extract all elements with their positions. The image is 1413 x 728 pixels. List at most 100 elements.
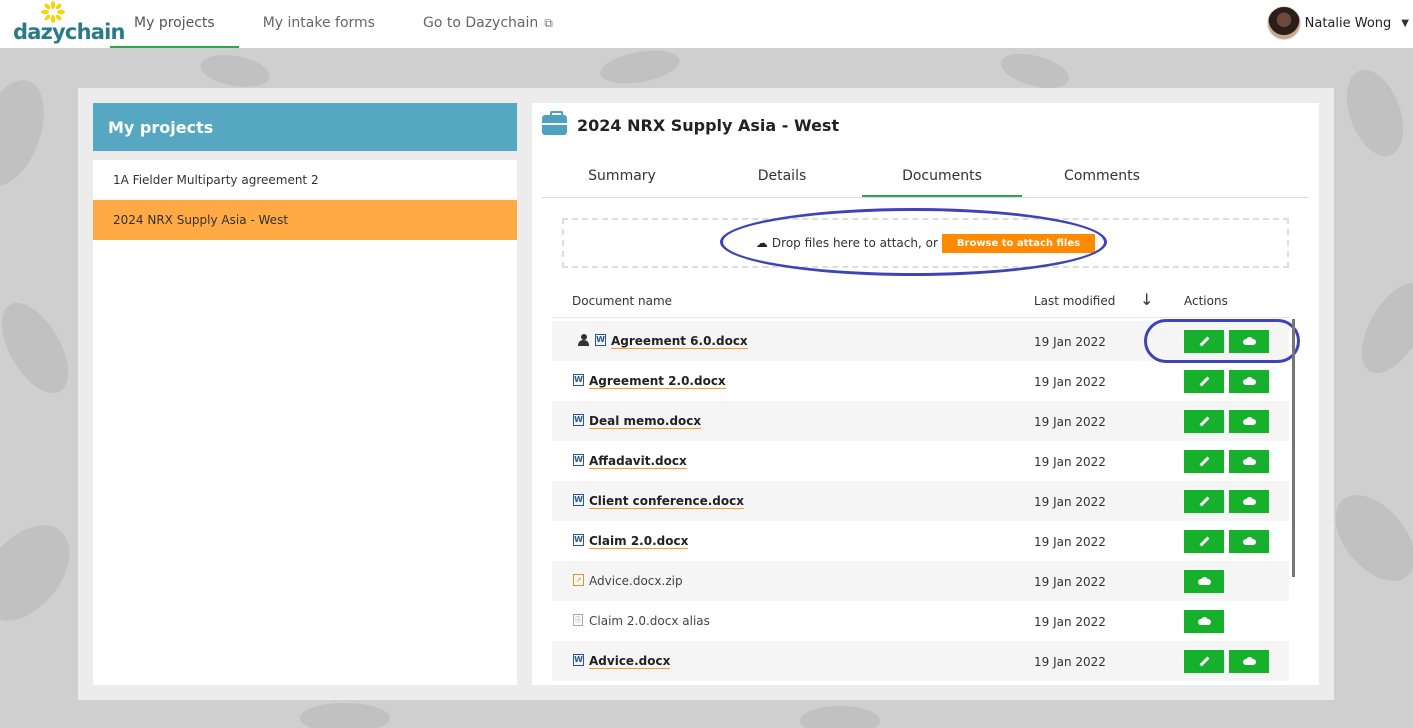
- row-actions: [1184, 410, 1274, 433]
- nav-tab-label: Go to Dazychain: [422, 15, 539, 31]
- download-document-button[interactable]: [1229, 490, 1269, 513]
- edit-document-button[interactable]: [1184, 410, 1224, 433]
- download-document-button[interactable]: [1184, 570, 1224, 593]
- row-actions: [1184, 330, 1274, 353]
- file-icons: W: [573, 654, 584, 666]
- file-icons: W: [573, 534, 584, 546]
- pencil-icon: [1200, 417, 1209, 426]
- file-icons: W: [578, 334, 606, 346]
- cloud-download-icon: [1242, 417, 1256, 426]
- download-document-button[interactable]: [1229, 370, 1269, 393]
- last-modified-date: 19 Jan 2022: [1034, 615, 1106, 629]
- edit-document-button[interactable]: [1184, 490, 1224, 513]
- document-name-link[interactable]: Agreement 2.0.docx: [589, 374, 726, 389]
- table-row[interactable]: W Deal memo.docx 19 Jan 2022: [552, 401, 1289, 441]
- last-modified-date: 19 Jan 2022: [1034, 375, 1106, 389]
- table-row[interactable]: W Affadavit.docx 19 Jan 2022: [552, 441, 1289, 481]
- documents-scrollbar[interactable]: [1292, 319, 1295, 577]
- word-document-icon: W: [573, 534, 584, 546]
- nav-tab-label: My intake forms: [262, 15, 375, 31]
- edit-document-button[interactable]: [1184, 650, 1224, 673]
- nav-tab-go-to-dazychain[interactable]: Go to Dazychain ⧉: [399, 0, 577, 48]
- table-row[interactable]: W Agreement 2.0.docx 19 Jan 2022: [552, 361, 1289, 401]
- project-header: 2024 NRX Supply Asia - West: [542, 111, 840, 135]
- table-row[interactable]: W Client conference.docx 19 Jan 2022: [552, 481, 1289, 521]
- column-header-document-name[interactable]: Document name: [572, 294, 672, 308]
- download-document-button[interactable]: [1229, 530, 1269, 553]
- drop-zone-text: Drop files here to attach, or: [771, 236, 938, 250]
- download-document-button[interactable]: [1229, 450, 1269, 473]
- document-name-link[interactable]: Client conference.docx: [589, 494, 744, 509]
- file-icons: W: [573, 374, 584, 386]
- row-actions: [1184, 610, 1229, 633]
- download-document-button[interactable]: [1229, 410, 1269, 433]
- row-actions: [1184, 530, 1274, 553]
- document-name-link[interactable]: Deal memo.docx: [589, 414, 702, 429]
- nav-tab-my-intake-forms[interactable]: My intake forms: [239, 0, 399, 48]
- row-actions: [1184, 450, 1274, 473]
- user-menu[interactable]: Natalie Wong ▼: [1266, 4, 1409, 42]
- last-modified-date: 19 Jan 2022: [1034, 415, 1106, 429]
- table-row[interactable]: ↗ Advice.docx.zip 19 Jan 2022: [552, 561, 1289, 601]
- edit-document-button[interactable]: [1184, 450, 1224, 473]
- word-document-icon: W: [573, 454, 584, 466]
- pencil-icon: [1200, 497, 1209, 506]
- document-name-link[interactable]: Advice.docx.zip: [589, 574, 683, 588]
- edit-document-button[interactable]: [1184, 330, 1224, 353]
- project-item-2024-nrx[interactable]: 2024 NRX Supply Asia - West: [93, 200, 517, 240]
- tab-details[interactable]: Details: [702, 156, 862, 197]
- document-name-link[interactable]: Agreement 6.0.docx: [611, 334, 748, 349]
- project-item-1a-fielder[interactable]: 1A Fielder Multiparty agreement 2: [93, 160, 517, 200]
- row-actions: [1184, 570, 1229, 593]
- cloud-download-icon: [1242, 657, 1256, 666]
- document-name-link[interactable]: Claim 2.0.docx: [589, 534, 689, 549]
- word-document-icon: W: [573, 374, 584, 386]
- download-document-button[interactable]: [1229, 330, 1269, 353]
- edit-document-button[interactable]: [1184, 370, 1224, 393]
- project-title: 2024 NRX Supply Asia - West: [577, 115, 840, 135]
- last-modified-date: 19 Jan 2022: [1034, 495, 1106, 509]
- table-row[interactable]: ⎘ Claim 2.0.docx alias 19 Jan 2022: [552, 601, 1289, 641]
- project-item-label: 2024 NRX Supply Asia - West: [113, 213, 289, 227]
- word-document-icon: W: [573, 654, 584, 666]
- nav-tab-my-projects[interactable]: My projects: [110, 0, 239, 48]
- projects-panel-title: My projects: [93, 103, 517, 151]
- briefcase-icon: [542, 111, 567, 135]
- last-modified-date: 19 Jan 2022: [1034, 535, 1106, 549]
- documents-table-body: W Agreement 6.0.docx 19 Jan 2022 W Agreement…: [552, 321, 1289, 681]
- browse-to-attach-button[interactable]: Browse to attach files: [941, 233, 1096, 253]
- external-link-icon: ⧉: [544, 15, 553, 30]
- document-name-link[interactable]: Affadavit.docx: [589, 454, 687, 469]
- dazychain-logo[interactable]: dazychain: [0, 0, 125, 48]
- avatar: [1266, 6, 1301, 40]
- document-name-link[interactable]: Claim 2.0.docx alias: [589, 614, 710, 628]
- pencil-icon: [1200, 657, 1209, 666]
- pencil-icon: [1200, 537, 1209, 546]
- tab-summary[interactable]: Summary: [542, 156, 702, 197]
- word-document-icon: W: [595, 334, 606, 346]
- file-drop-zone[interactable]: ☁ Drop files here to attach, or Browse t…: [562, 218, 1289, 268]
- pencil-icon: [1200, 337, 1209, 346]
- download-document-button[interactable]: [1184, 610, 1224, 633]
- project-item-label: 1A Fielder Multiparty agreement 2: [113, 173, 319, 187]
- edit-document-button[interactable]: [1184, 530, 1224, 553]
- tab-comments[interactable]: Comments: [1022, 156, 1182, 197]
- documents-table-header: Document name Last modified ↓ Actions: [552, 286, 1289, 318]
- column-header-last-modified[interactable]: Last modified: [1034, 294, 1115, 308]
- cloud-download-icon: [1242, 497, 1256, 506]
- download-document-button[interactable]: [1229, 650, 1269, 673]
- table-row[interactable]: W Claim 2.0.docx 19 Jan 2022: [552, 521, 1289, 561]
- document-name-link[interactable]: Advice.docx: [589, 654, 671, 669]
- table-row[interactable]: W Agreement 6.0.docx 19 Jan 2022: [552, 321, 1289, 361]
- tab-documents[interactable]: Documents: [862, 156, 1022, 197]
- projects-panel: My projects 1A Fielder Multiparty agreem…: [93, 103, 517, 685]
- pencil-icon: [1200, 457, 1209, 466]
- column-header-actions: Actions: [1184, 294, 1228, 308]
- row-actions: [1184, 490, 1274, 513]
- project-tabs: Summary Details Documents Comments: [542, 156, 1309, 198]
- top-navigation-bar: dazychain My projects My intake forms Go…: [0, 0, 1413, 48]
- table-row[interactable]: W Advice.docx 19 Jan 2022: [552, 641, 1289, 681]
- cloud-download-icon: [1242, 337, 1256, 346]
- sort-down-arrow-icon[interactable]: ↓: [1140, 290, 1153, 309]
- word-document-icon: W: [573, 494, 584, 506]
